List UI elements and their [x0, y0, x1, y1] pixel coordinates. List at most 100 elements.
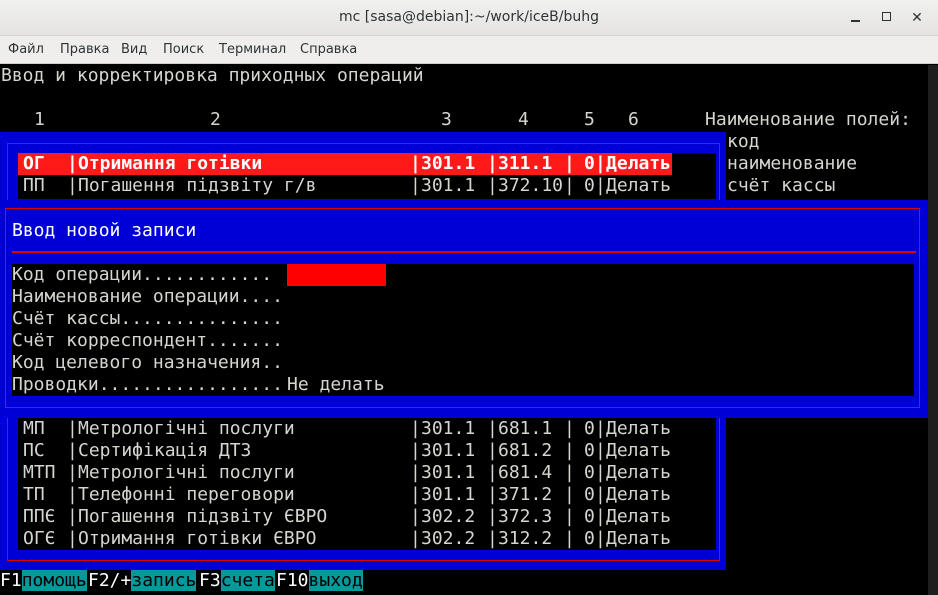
row-corr-account: 311.1: [498, 153, 553, 174]
row-code: ПС: [23, 440, 45, 461]
row-name: Телефонні переговори: [78, 484, 295, 505]
row-action: Делать: [606, 506, 672, 527]
row-code: МП: [23, 418, 45, 439]
row-separator: |: [67, 462, 78, 483]
row-action: Делать: [606, 462, 672, 483]
menu-bar: Файл Правка Вид Поиск Терминал Справка: [0, 36, 938, 64]
row-separator: |: [67, 153, 78, 174]
row-corr-account: 681.2: [498, 440, 553, 461]
row-count: 0: [584, 175, 595, 196]
row-separator: |: [595, 506, 606, 527]
row-separator: |: [564, 153, 575, 174]
row-separator: |: [564, 440, 575, 461]
menu-file[interactable]: Файл: [8, 42, 44, 57]
minimize-button[interactable]: [846, 9, 864, 27]
dialog-divider: [12, 251, 916, 253]
close-icon: ✕: [911, 10, 923, 26]
minimize-icon: [850, 20, 860, 22]
row-corr-account: 371.2: [498, 484, 553, 505]
maximize-icon: [881, 12, 891, 21]
row-separator: |: [564, 418, 575, 439]
row-count: 0: [584, 153, 595, 174]
menu-view[interactable]: Вид: [121, 42, 147, 57]
row-account: 301.1: [421, 484, 476, 505]
row-separator: |: [67, 528, 78, 549]
dialog-title: Ввод новой записи: [12, 220, 197, 241]
row-separator: |: [595, 484, 606, 505]
postings-value[interactable]: Не делать: [287, 374, 385, 396]
row-separator: |: [410, 440, 421, 461]
row-action: Делать: [606, 418, 672, 439]
f3-accounts-key[interactable]: F3счета: [199, 570, 275, 592]
row-separator: |: [564, 175, 575, 196]
row-separator: |: [410, 462, 421, 483]
field-name-cash-account: счёт кассы: [727, 175, 836, 196]
row-count: 0: [584, 484, 595, 505]
row-separator: |: [487, 506, 498, 527]
fields-title: Наименование полей:: [705, 109, 911, 130]
row-corr-account: 372.3: [498, 506, 553, 527]
row-corr-account: 681.4: [498, 462, 553, 483]
close-button[interactable]: ✕: [908, 9, 926, 27]
row-code: ПП: [23, 175, 45, 196]
row-separator: |: [67, 175, 78, 196]
row-separator: |: [67, 484, 78, 505]
column-number-3: 3: [441, 109, 452, 130]
row-corr-account: 312.2: [498, 528, 553, 549]
f10-exit-key[interactable]: F10выход: [276, 570, 363, 592]
field-label-purpose-code: Код целевого назначения..: [12, 352, 283, 373]
screen-heading: Ввод и корректировка приходных операций: [1, 65, 424, 86]
row-separator: |: [487, 462, 498, 483]
field-label-cash-account: Счёт кассы...............: [12, 308, 283, 329]
row-count: 0: [584, 528, 595, 549]
row-code: МТП: [23, 462, 56, 483]
row-count: 0: [584, 440, 595, 461]
row-name: Метрологічні послуги: [78, 462, 295, 483]
menu-search[interactable]: Поиск: [163, 42, 204, 57]
row-separator: |: [564, 462, 575, 483]
field-label-corr-account: Счёт корреспондент.......: [12, 330, 283, 351]
row-name: Сертифікація ДТЗ: [78, 440, 252, 461]
row-account: 301.1: [421, 462, 476, 483]
operation-code-input[interactable]: [287, 264, 386, 286]
maximize-button[interactable]: [877, 9, 895, 27]
row-separator: |: [487, 528, 498, 549]
terminal-scrollbar[interactable]: [928, 65, 938, 595]
f2-save-key[interactable]: F2/+запись: [88, 570, 197, 592]
row-separator: |: [487, 484, 498, 505]
row-separator: |: [67, 440, 78, 461]
row-separator: |: [595, 153, 606, 174]
field-label-operation-code: Код операции............: [12, 264, 273, 285]
row-separator: |: [487, 153, 498, 174]
row-name: Погашення підзвіту г/в: [78, 175, 317, 196]
row-name: Погашення підзвіту ЄВРО: [78, 506, 328, 527]
field-label-postings: Проводки.................: [12, 374, 283, 395]
terminal-screen[interactable]: Ввод и корректировка приходных операций …: [0, 65, 928, 595]
column-number-6: 6: [628, 109, 639, 130]
column-number-4: 4: [518, 109, 529, 130]
row-separator: |: [410, 484, 421, 505]
menu-help[interactable]: Справка: [300, 42, 357, 57]
row-separator: |: [67, 418, 78, 439]
menu-terminal[interactable]: Терминал: [219, 42, 286, 57]
row-action: Делать: [606, 484, 672, 505]
row-code: ОГЄ: [23, 528, 56, 549]
row-separator: |: [410, 528, 421, 549]
menu-edit[interactable]: Правка: [60, 42, 109, 57]
window-titlebar: mc [sasa@debian]:~/work/iceB/buhg ✕: [0, 0, 938, 36]
row-separator: |: [564, 528, 575, 549]
row-separator: |: [410, 506, 421, 527]
row-count: 0: [584, 418, 595, 439]
row-account: 301.1: [421, 175, 476, 196]
row-separator: |: [410, 153, 421, 174]
field-name-name: наименование: [727, 153, 858, 174]
row-name: Отримання готівки ЄВРО: [78, 528, 317, 549]
row-separator: |: [487, 175, 498, 196]
row-separator: |: [595, 462, 606, 483]
row-count: 0: [584, 506, 595, 527]
f1-help-key[interactable]: F1помощь: [0, 570, 87, 592]
row-action: Делать: [606, 440, 672, 461]
row-name: Метрологічні послуги: [78, 418, 295, 439]
row-separator: |: [595, 528, 606, 549]
row-separator: |: [595, 175, 606, 196]
